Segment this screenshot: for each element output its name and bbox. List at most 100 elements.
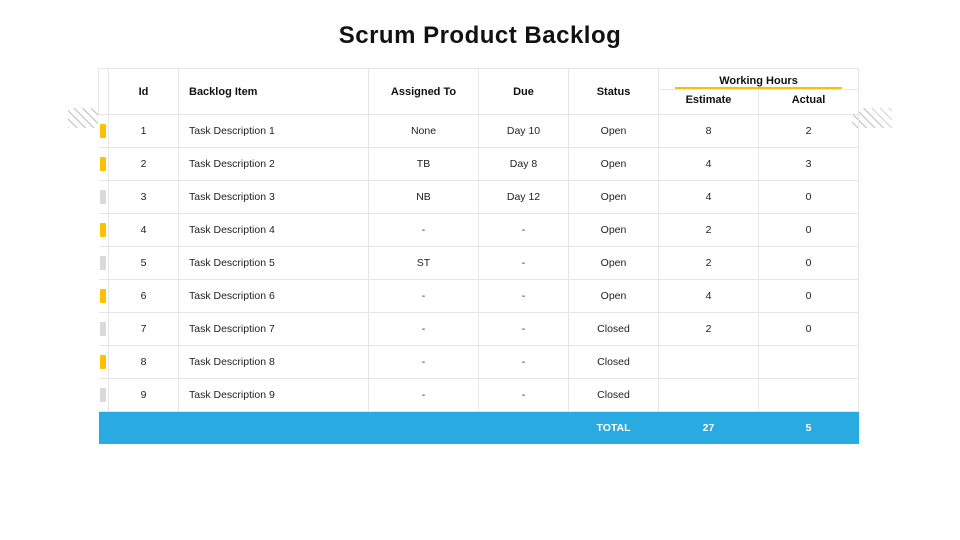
cell-assigned: NB: [369, 181, 479, 214]
cell-status: Open: [569, 148, 659, 181]
cell-actual: 0: [759, 280, 859, 313]
cell-backlog-item: Task Description 6: [179, 280, 369, 313]
cell-estimate: [659, 379, 759, 412]
table-row: 7Task Description 7--Closed20: [99, 313, 859, 346]
cell-status: Open: [569, 115, 659, 148]
cell-due: -: [479, 346, 569, 379]
cell-assigned: -: [369, 214, 479, 247]
total-label: TOTAL: [569, 412, 659, 444]
cell-estimate: 4: [659, 148, 759, 181]
row-marker: [99, 379, 109, 412]
cell-actual: [759, 379, 859, 412]
table-row: 9Task Description 9--Closed: [99, 379, 859, 412]
cell-status: Closed: [569, 346, 659, 379]
cell-id: 6: [109, 280, 179, 313]
cell-backlog-item: Task Description 9: [179, 379, 369, 412]
cell-actual: [759, 346, 859, 379]
cell-id: 3: [109, 181, 179, 214]
table-row: 4Task Description 4--Open20: [99, 214, 859, 247]
cell-backlog-item: Task Description 4: [179, 214, 369, 247]
row-marker: [99, 214, 109, 247]
cell-assigned: TB: [369, 148, 479, 181]
total-blank: [369, 412, 479, 444]
cell-id: 1: [109, 115, 179, 148]
cell-id: 9: [109, 379, 179, 412]
cell-estimate: 2: [659, 313, 759, 346]
header-working-hours: Working Hours: [659, 69, 859, 90]
header-marker: [99, 69, 109, 115]
row-marker: [99, 313, 109, 346]
backlog-table-container: Id Backlog Item Assigned To Due Status W…: [98, 68, 852, 444]
cell-backlog-item: Task Description 8: [179, 346, 369, 379]
row-marker: [99, 280, 109, 313]
row-marker: [99, 181, 109, 214]
table-row: 6Task Description 6--Open40: [99, 280, 859, 313]
cell-backlog-item: Task Description 7: [179, 313, 369, 346]
cell-actual: 0: [759, 313, 859, 346]
cell-due: -: [479, 379, 569, 412]
cell-id: 7: [109, 313, 179, 346]
page-title: Scrum Product Backlog: [0, 0, 960, 68]
cell-actual: 3: [759, 148, 859, 181]
cell-id: 8: [109, 346, 179, 379]
cell-due: -: [479, 313, 569, 346]
table-row: 2Task Description 2TBDay 8Open43: [99, 148, 859, 181]
cell-estimate: [659, 346, 759, 379]
table-row: 1Task Description 1NoneDay 10Open82: [99, 115, 859, 148]
cell-actual: 0: [759, 181, 859, 214]
row-marker: [99, 115, 109, 148]
cell-estimate: 2: [659, 214, 759, 247]
header-backlog-item: Backlog Item: [179, 69, 369, 115]
cell-status: Open: [569, 247, 659, 280]
cell-estimate: 2: [659, 247, 759, 280]
total-blank: [479, 412, 569, 444]
cell-due: -: [479, 214, 569, 247]
row-marker: [99, 148, 109, 181]
cell-due: Day 8: [479, 148, 569, 181]
cell-assigned: -: [369, 313, 479, 346]
row-marker: [99, 346, 109, 379]
cell-assigned: -: [369, 379, 479, 412]
cell-actual: 0: [759, 214, 859, 247]
cell-assigned: -: [369, 346, 479, 379]
total-row: TOTAL275: [99, 412, 859, 444]
total-actual: 5: [759, 412, 859, 444]
table-row: 3Task Description 3NBDay 12Open40: [99, 181, 859, 214]
cell-due: -: [479, 247, 569, 280]
cell-status: Open: [569, 181, 659, 214]
cell-backlog-item: Task Description 5: [179, 247, 369, 280]
table-row: 5Task Description 5ST-Open20: [99, 247, 859, 280]
cell-estimate: 4: [659, 280, 759, 313]
cell-id: 2: [109, 148, 179, 181]
cell-backlog-item: Task Description 1: [179, 115, 369, 148]
cell-assigned: -: [369, 280, 479, 313]
cell-estimate: 8: [659, 115, 759, 148]
header-id: Id: [109, 69, 179, 115]
cell-status: Closed: [569, 313, 659, 346]
cell-actual: 0: [759, 247, 859, 280]
row-marker: [99, 247, 109, 280]
cell-estimate: 4: [659, 181, 759, 214]
backlog-tbody: 1Task Description 1NoneDay 10Open822Task…: [99, 115, 859, 444]
cell-status: Open: [569, 214, 659, 247]
backlog-table: Id Backlog Item Assigned To Due Status W…: [98, 68, 859, 444]
total-blank: [179, 412, 369, 444]
cell-due: Day 12: [479, 181, 569, 214]
total-estimate: 27: [659, 412, 759, 444]
cell-due: Day 10: [479, 115, 569, 148]
cell-id: 5: [109, 247, 179, 280]
header-status: Status: [569, 69, 659, 115]
cell-backlog-item: Task Description 2: [179, 148, 369, 181]
header-assigned-to: Assigned To: [369, 69, 479, 115]
cell-due: -: [479, 280, 569, 313]
header-actual: Actual: [759, 90, 859, 115]
cell-assigned: None: [369, 115, 479, 148]
cell-actual: 2: [759, 115, 859, 148]
cell-id: 4: [109, 214, 179, 247]
header-due: Due: [479, 69, 569, 115]
total-blank: [109, 412, 179, 444]
cell-status: Open: [569, 280, 659, 313]
total-marker: [99, 412, 109, 444]
cell-status: Closed: [569, 379, 659, 412]
header-estimate: Estimate: [659, 90, 759, 115]
